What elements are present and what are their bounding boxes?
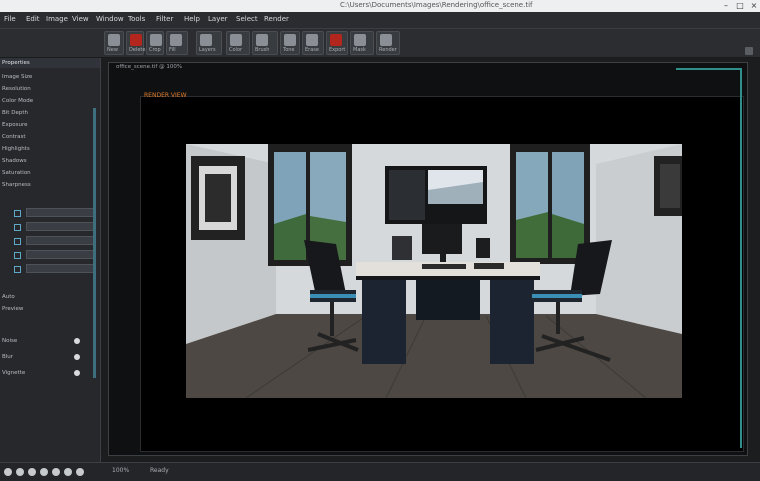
close-icon[interactable]: × xyxy=(748,0,760,11)
properties-panel: Properties Image Size Resolution Color M… xyxy=(0,58,101,462)
menu-view[interactable]: View xyxy=(72,15,89,23)
row-sharpness: Sharpness xyxy=(2,182,31,188)
menu-select[interactable]: Select xyxy=(236,15,258,23)
panel-scrollbar[interactable] xyxy=(93,108,96,378)
status-icon-2[interactable] xyxy=(16,468,24,476)
toggle-label-blur: Blur xyxy=(2,354,14,360)
menu-image[interactable]: Image xyxy=(46,15,68,23)
snap-checkbox[interactable] xyxy=(14,266,21,273)
office-scene-svg xyxy=(186,144,682,398)
minimize-icon[interactable]: – xyxy=(720,0,732,11)
export-button[interactable]: Export xyxy=(326,31,348,55)
canvas-label: RENDER VIEW xyxy=(144,92,187,99)
document-icon xyxy=(108,34,120,46)
menu-file[interactable]: File xyxy=(4,15,16,23)
blur-radio[interactable] xyxy=(74,354,80,360)
fill-icon xyxy=(170,34,182,46)
erase-button[interactable]: Erase xyxy=(302,31,324,55)
panel-header: Properties xyxy=(0,58,100,68)
status-icon-6[interactable] xyxy=(64,468,72,476)
check-label-preview: Preview xyxy=(2,306,24,312)
menu-render[interactable]: Render xyxy=(264,15,289,23)
office-render-image xyxy=(186,144,682,398)
crop-icon xyxy=(150,34,162,46)
tone-button[interactable]: Tone xyxy=(280,31,300,55)
title-bar: C:\Users\Documents\Images\Rendering\offi… xyxy=(0,0,760,12)
crop-button[interactable]: Crop xyxy=(146,31,164,55)
layers-button[interactable]: Layers xyxy=(196,31,222,55)
grid-checkbox[interactable] xyxy=(14,238,21,245)
brush-button[interactable]: Brush xyxy=(252,31,278,55)
mask-icon xyxy=(354,34,366,46)
panel-title: Properties xyxy=(2,60,30,66)
status-icon-3[interactable] xyxy=(28,468,36,476)
tone-icon xyxy=(284,34,296,46)
render-icon xyxy=(380,34,392,46)
delete-button[interactable]: Delete xyxy=(126,31,145,55)
snap-field[interactable] xyxy=(26,264,94,273)
auto-field[interactable] xyxy=(26,208,94,217)
toggle-label-noise: Noise xyxy=(2,338,18,344)
status-icon-7[interactable] xyxy=(76,468,84,476)
status-bar: 100% Ready xyxy=(0,462,760,481)
canvas-scrollbar[interactable] xyxy=(740,68,742,448)
toggle-label-vignette: Vignette xyxy=(2,370,26,376)
window-title: C:\Users\Documents\Images\Rendering\offi… xyxy=(340,1,533,9)
row-saturation: Saturation xyxy=(2,170,31,176)
document-tab[interactable]: office_scene.tif @ 100% xyxy=(116,64,182,70)
preview-checkbox[interactable] xyxy=(14,224,21,231)
row-exposure: Exposure xyxy=(2,122,28,128)
guides-field[interactable] xyxy=(26,250,94,259)
noise-radio[interactable] xyxy=(74,338,80,344)
toolbar: New Delete Crop Fill Layers Color Brush … xyxy=(0,29,760,58)
new-button[interactable]: New xyxy=(104,31,124,55)
layers-icon xyxy=(200,34,212,46)
menu-bar: File Edit Image View Window Tools Filter… xyxy=(0,12,760,29)
zoom-readout: 100% xyxy=(112,467,130,474)
status-text: Ready xyxy=(150,467,169,474)
brush-icon xyxy=(256,34,268,46)
check-label-auto: Auto xyxy=(2,294,15,300)
row-resolution: Resolution xyxy=(2,86,31,92)
row-color-mode: Color Mode xyxy=(2,98,34,104)
auto-checkbox[interactable] xyxy=(14,210,21,217)
fill-button[interactable]: Fill xyxy=(166,31,188,55)
row-bit-depth: Bit Depth xyxy=(2,110,28,116)
row-shadows: Shadows xyxy=(2,158,27,164)
status-icon-5[interactable] xyxy=(52,468,60,476)
menu-window[interactable]: Window xyxy=(96,15,124,23)
lock-icon[interactable] xyxy=(745,47,753,55)
status-icon-1[interactable] xyxy=(4,468,12,476)
preview-field[interactable] xyxy=(26,222,94,231)
vignette-radio[interactable] xyxy=(74,370,80,376)
row-contrast: Contrast xyxy=(2,134,26,140)
status-icon-4[interactable] xyxy=(40,468,48,476)
maximize-icon[interactable]: □ xyxy=(734,0,746,11)
color-icon xyxy=(230,34,242,46)
grid-field[interactable] xyxy=(26,236,94,245)
mask-button[interactable]: Mask xyxy=(350,31,374,55)
eraser-icon xyxy=(306,34,318,46)
color-button[interactable]: Color xyxy=(226,31,250,55)
menu-filter[interactable]: Filter xyxy=(156,15,173,23)
row-highlights: Highlights xyxy=(2,146,30,152)
menu-edit[interactable]: Edit xyxy=(26,15,40,23)
export-icon xyxy=(330,34,342,46)
menu-tools[interactable]: Tools xyxy=(128,15,145,23)
menu-layer[interactable]: Layer xyxy=(208,15,228,23)
row-image-size: Image Size xyxy=(2,74,33,80)
menu-help[interactable]: Help xyxy=(184,15,200,23)
accent-line xyxy=(676,68,740,70)
render-button[interactable]: Render xyxy=(376,31,400,55)
delete-icon xyxy=(130,34,142,46)
guides-checkbox[interactable] xyxy=(14,252,21,259)
